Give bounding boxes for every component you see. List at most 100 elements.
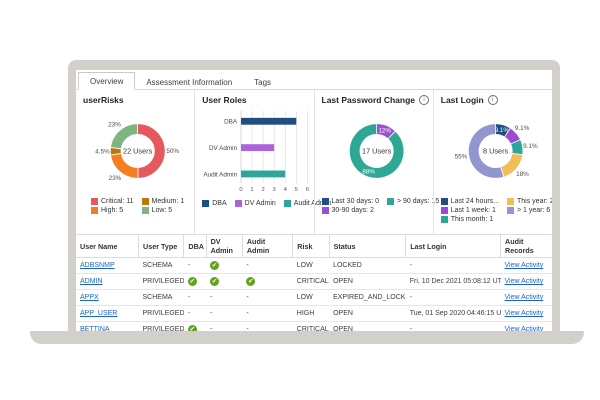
status-cell: LOCKED bbox=[329, 258, 406, 274]
user-name-link[interactable]: APP_USER bbox=[80, 310, 117, 317]
column-header-last-login: Last Login bbox=[406, 235, 501, 258]
legend-label: 30-90 days: 2 bbox=[332, 207, 374, 214]
user-roles-legend: DBADV AdminAudit Admin bbox=[202, 200, 311, 207]
panel-title-last-password-change: Last Password Change bbox=[322, 95, 431, 105]
last-login-cell: - bbox=[406, 258, 501, 274]
legend-item: Last 1 week: 1 bbox=[441, 207, 499, 214]
legend-item: High: 5 bbox=[91, 207, 134, 214]
status-cell: OPEN bbox=[329, 306, 406, 322]
dba-cell: ✔ bbox=[184, 274, 206, 290]
user-name-cell: ADBSNMP bbox=[76, 258, 139, 274]
tab-overview[interactable]: Overview bbox=[78, 72, 135, 90]
tab-assessment-information[interactable]: Assessment Information bbox=[135, 74, 243, 90]
legend-color-chip bbox=[322, 198, 329, 205]
panel-title-text: Last Password Change bbox=[322, 95, 416, 105]
info-icon[interactable] bbox=[488, 95, 498, 105]
donut-center-label: 17 Users bbox=[362, 146, 392, 155]
user-name-link[interactable]: APPX bbox=[80, 294, 99, 301]
user-name-link[interactable]: ADBSNMP bbox=[80, 262, 115, 269]
user-type-cell: PRIVILEGED bbox=[139, 322, 184, 332]
user-roles-bar-chart: 0123456DBADV AdminAudit Admin bbox=[202, 106, 311, 198]
column-header-user-type: User Type bbox=[139, 235, 184, 258]
table-row: APP_USERPRIVILEGED---HIGHOPENTue, 01 Sep… bbox=[76, 306, 552, 322]
column-header-audit-records: Audit Records bbox=[501, 235, 553, 258]
column-header-dv-admin: DV Admin bbox=[206, 235, 242, 258]
legend-item: DV Admin bbox=[235, 200, 276, 207]
last-password-change-legend: Last 30 days: 0> 90 days: 1530-90 days: … bbox=[322, 198, 431, 214]
audit-records-cell: View Activity bbox=[501, 306, 553, 322]
info-icon[interactable] bbox=[419, 95, 429, 105]
risk-cell: CRITICAL bbox=[293, 274, 329, 290]
user-risks-donut-chart: 50%23%4.5%23%22 Users bbox=[83, 106, 192, 196]
check-icon: ✔ bbox=[188, 277, 197, 286]
risk-cell: LOW bbox=[293, 258, 329, 274]
user-type-cell: SCHEMA bbox=[139, 258, 184, 274]
status-cell: OPEN bbox=[329, 322, 406, 332]
user-name-cell: APP_USER bbox=[76, 306, 139, 322]
legend-label: This year: 2 bbox=[517, 198, 552, 205]
risk-cell: CRITICAL bbox=[293, 322, 329, 332]
legend-color-chip bbox=[441, 198, 448, 205]
audit-admin-cell: - bbox=[242, 290, 292, 306]
column-header-status: Status bbox=[329, 235, 406, 258]
donut-center-label: 8 Users bbox=[483, 146, 508, 155]
users-table: User NameUser TypeDBADV AdminAudit Admin… bbox=[76, 234, 552, 331]
last-login-donut-chart: 9.1%9.1%9.1%18%55%8 Users bbox=[441, 106, 550, 196]
panel-last-login: Last Login 9.1%9.1%9.1%18%55%8 Users Las… bbox=[433, 90, 552, 234]
legend-label: DBA bbox=[212, 200, 226, 207]
status-cell: OPEN bbox=[329, 274, 406, 290]
column-header-risk: Risk bbox=[293, 235, 329, 258]
slice-percent-label: 4.5% bbox=[95, 148, 110, 155]
last-login-cell: Tue, 01 Sep 2020 04:46:15 UTC bbox=[406, 306, 501, 322]
legend-item: Medium: 1 bbox=[142, 198, 185, 205]
legend-item: Last 30 days: 0 bbox=[322, 198, 379, 205]
check-icon: ✔ bbox=[246, 277, 255, 286]
dv-admin-cell: - bbox=[206, 306, 242, 322]
view-activity-link[interactable]: View Activity bbox=[505, 278, 544, 285]
legend-label: Last 30 days: 0 bbox=[332, 198, 379, 205]
legend-label: This month: 1 bbox=[451, 216, 493, 223]
legend-color-chip bbox=[441, 207, 448, 214]
dv-admin-cell: ✔ bbox=[206, 258, 242, 274]
panel-title-text: userRisks bbox=[83, 95, 124, 105]
legend-color-chip bbox=[507, 207, 514, 214]
legend-item: This month: 1 bbox=[441, 216, 499, 223]
legend-item: This year: 2 bbox=[507, 198, 552, 205]
view-activity-link[interactable]: View Activity bbox=[505, 294, 544, 301]
panel-title-user-risks: userRisks bbox=[83, 95, 192, 105]
dv-admin-cell: - bbox=[206, 290, 242, 306]
slice-percent-label: 23% bbox=[108, 122, 121, 129]
table-row: ADBSNMPSCHEMA-✔-LOWLOCKED-View Activity bbox=[76, 258, 552, 274]
dba-cell: - bbox=[184, 290, 206, 306]
check-icon: ✔ bbox=[210, 261, 219, 270]
legend-color-chip bbox=[142, 198, 149, 205]
audit-admin-cell: - bbox=[242, 306, 292, 322]
last-login-cell: Fri, 10 Dec 2021 05:08:12 UTC bbox=[406, 274, 501, 290]
legend-item: DBA bbox=[202, 200, 226, 207]
bar-dba bbox=[241, 118, 296, 125]
audit-records-cell: View Activity bbox=[501, 274, 553, 290]
dv-admin-cell: - bbox=[206, 322, 242, 332]
table-row: APPXSCHEMA---LOWEXPIRED_AND_LOCKED-View … bbox=[76, 290, 552, 306]
tab-tags[interactable]: Tags bbox=[243, 74, 282, 90]
column-header-dba: DBA bbox=[184, 235, 206, 258]
legend-color-chip bbox=[507, 198, 514, 205]
last-login-legend: Last 24 hours... This year: 2 Last 1 week:… bbox=[441, 198, 550, 223]
user-name-link[interactable]: ADMIN bbox=[80, 278, 103, 285]
x-axis-tick-label: 0 bbox=[240, 187, 244, 193]
x-axis-tick-label: 4 bbox=[284, 187, 288, 193]
legend-label: Last 1 week: 1 bbox=[451, 207, 496, 214]
legend-item: > 90 days: 15 bbox=[387, 198, 439, 205]
legend-label: > 1 year: 6 bbox=[517, 207, 550, 214]
view-activity-link[interactable]: View Activity bbox=[505, 262, 544, 269]
y-axis-category-label: DBA bbox=[224, 119, 238, 126]
dashboard-screen: Overview Assessment Information Tags use… bbox=[76, 70, 552, 331]
legend-label: Last 24 hours... bbox=[451, 198, 499, 205]
panel-title-text: Last Login bbox=[441, 95, 484, 105]
view-activity-link[interactable]: View Activity bbox=[505, 310, 544, 317]
legend-color-chip bbox=[284, 200, 291, 207]
legend-color-chip bbox=[202, 200, 209, 207]
audit-admin-cell: - bbox=[242, 258, 292, 274]
legend-label: Medium: 1 bbox=[152, 198, 185, 205]
user-name-cell: APPX bbox=[76, 290, 139, 306]
